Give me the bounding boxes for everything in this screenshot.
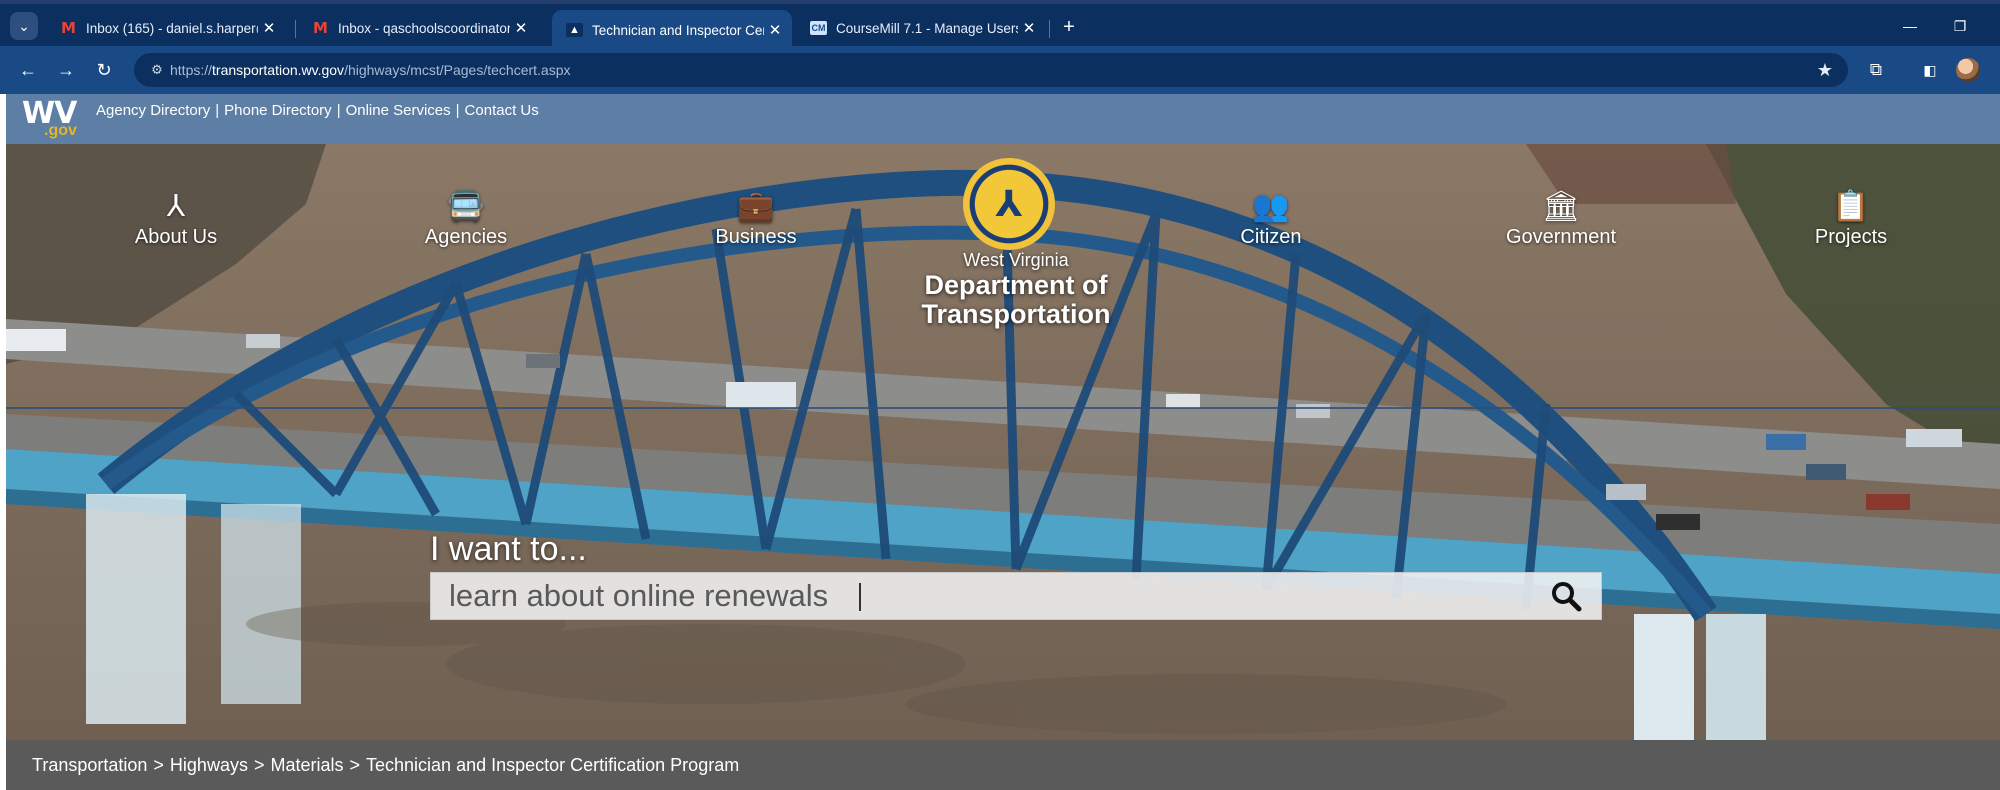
address-url[interactable]: https://transportation.wv.gov/highways/m… [170,53,571,87]
nav-citizen[interactable]: 👥 Citizen [1191,180,1351,249]
nav-projects-label: Projects [1814,226,1888,248]
users-icon: 👥 [1252,190,1290,223]
url-path: /highways/mcst/Pages/techcert.aspx [344,62,571,78]
hero-banner: ⅄ About Us 🚍 Agencies 💼 Business 👥 Citiz… [6,144,2000,740]
tab-search-button[interactable]: ⌄ [10,12,38,40]
browser-tab-strip: ⌄ M Inbox (165) - daniel.s.harper@w ✕ M … [0,0,2000,50]
brand-line-1: Department of [924,270,1108,300]
agency-directory-link[interactable]: Agency Directory [96,102,210,119]
minimize-button[interactable]: — [1890,12,1930,40]
vehicles-icon: 🚍 [447,190,485,223]
search-label: I want to... [430,530,587,568]
address-bar[interactable]: ⚙ https://transportation.wv.gov/highways… [134,53,1848,87]
nav-about-us-label: About Us [134,226,218,248]
nav-government-label: Government [1505,226,1617,248]
arrow-right-icon: → [57,60,75,80]
search-icon[interactable] [1549,579,1583,613]
breadcrumb-separator: > [349,755,361,775]
minimize-icon: — [1903,18,1917,34]
online-services-link[interactable]: Online Services [346,102,451,119]
text-caret [859,583,861,611]
search-input[interactable] [431,573,1531,619]
nav-about-us[interactable]: ⅄ About Us [96,180,256,249]
wvdot-emblem-icon: ⅄ [995,183,1023,224]
link-separator: | [455,102,460,119]
gmail-icon: M [61,19,76,37]
close-tab-icon[interactable]: ✕ [764,21,786,39]
brand-line-2: Transportation [921,299,1111,329]
breadcrumb-separator: > [153,755,164,775]
nav-projects[interactable]: 📋 Projects [1771,180,1931,249]
profile-avatar[interactable] [1956,58,1980,82]
coursemill-icon: CM [810,21,827,35]
plus-icon: + [1063,16,1075,38]
tab-divider [295,20,296,38]
tab-gmail-inbox-2[interactable]: M Inbox - qaschoolscoordinator@ ✕ [298,10,538,46]
wvdot-seal-logo[interactable]: ⅄ [963,158,1055,250]
nav-agencies-label: Agencies [424,226,508,248]
tab-divider [1049,20,1050,38]
tab-gmail-inbox-1[interactable]: M Inbox (165) - daniel.s.harper@w ✕ [46,10,286,46]
tab-technician-certification[interactable]: ▲ Technician and Inspector Certific ✕ [552,10,792,50]
nav-business[interactable]: 💼 Business [676,180,836,249]
nav-divider-line [6,407,2000,409]
nav-citizen-label: Citizen [1240,226,1302,248]
nav-business-label: Business [715,226,797,248]
dot-logo-icon: ⅄ [166,190,186,223]
breadcrumb-materials[interactable]: Materials [270,755,343,775]
reload-button[interactable]: ↻ [90,56,118,84]
logo-gov-text: .gov [44,122,77,139]
breadcrumb-highways[interactable]: Highways [170,755,248,775]
breadcrumb-transportation[interactable]: Transportation [32,755,147,775]
extensions-icon[interactable]: ⧉ [1862,56,1890,84]
clipboard-icon: 📋 [1832,190,1870,223]
contact-us-link[interactable]: Contact Us [465,102,539,119]
nav-government[interactable]: 🏛 Government [1481,180,1641,249]
forward-button[interactable]: → [52,56,80,84]
close-tab-icon[interactable]: ✕ [258,19,280,37]
building-icon: 🏛 [1541,190,1581,223]
utility-links: Agency Directory | Phone Directory | Online … [96,102,539,119]
url-host: transportation.wv.gov [212,62,345,78]
briefcase-icon: 💼 [737,190,775,223]
browser-toolbar: ← → ↻ ⚙ https://transportation.wv.gov/hi… [0,46,2000,94]
breadcrumb: Transportation > Highways > Materials > Techni… [32,755,739,776]
tab-coursemill[interactable]: CM CourseMill 7.1 - Manage Users ✕ [796,10,1046,46]
restore-icon: ❐ [1953,18,1967,34]
wvdot-icon: ▲ [566,23,583,37]
restore-button[interactable]: ❐ [1940,12,1980,40]
breadcrumb-current-page: Technician and Inspector Certification P… [366,755,740,775]
nav-agencies[interactable]: 🚍 Agencies [386,180,546,249]
search-box [430,572,1602,620]
bookmark-star-icon[interactable]: ★ [1812,57,1838,83]
close-tab-icon[interactable]: ✕ [510,19,532,37]
brand-subtitle: West Virginia [963,250,1069,270]
link-separator: | [215,102,220,119]
chevron-down-icon: ⌄ [18,17,30,34]
url-scheme: https:// [170,62,213,78]
gmail-icon: M [313,19,328,37]
breadcrumb-bar: Transportation > Highways > Materials > Techni… [6,740,2000,790]
side-panel-icon[interactable]: ◧ [1916,56,1944,84]
arrow-left-icon: ← [19,60,37,80]
phone-directory-link[interactable]: Phone Directory [224,102,332,119]
site-info-icon[interactable]: ⚙ [144,57,170,83]
breadcrumb-separator: > [253,755,265,775]
page-viewport: WV .gov Agency Directory | Phone Directory… [6,94,2000,790]
back-button[interactable]: ← [14,56,42,84]
close-tab-icon[interactable]: ✕ [1018,19,1040,37]
reload-icon: ↻ [96,60,112,80]
wv-gov-logo[interactable]: WV .gov [22,96,84,140]
wv-gov-header: WV .gov Agency Directory | Phone Directory… [6,94,2000,144]
link-separator: | [336,102,341,119]
new-tab-button[interactable]: + [1056,14,1082,40]
wvdot-brand-title[interactable]: West Virginia Department of Transportati… [886,250,1146,329]
